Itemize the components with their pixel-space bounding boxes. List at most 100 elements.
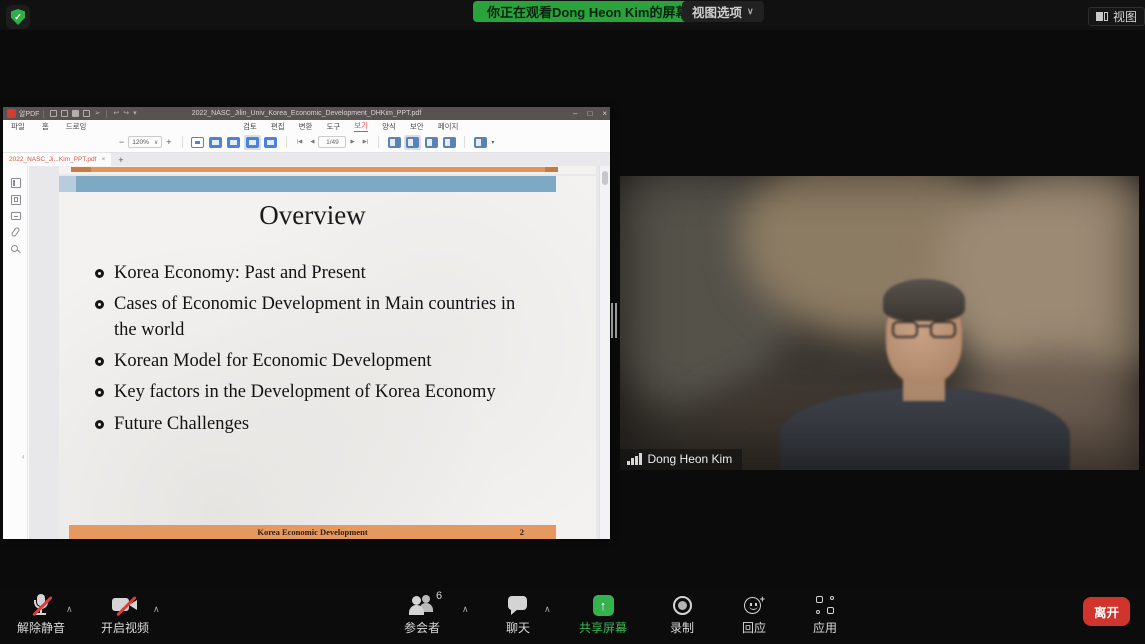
split-view-icon[interactable] (474, 137, 487, 148)
attachments-panel-icon[interactable] (11, 226, 21, 237)
zoom-level-select[interactable]: 120% ∨ (128, 136, 162, 148)
reactions-button[interactable]: + 回应 (730, 588, 778, 644)
maximize-icon[interactable]: □ (587, 109, 592, 118)
bullet-icon (95, 300, 104, 309)
fit-height-view-icon[interactable] (227, 137, 240, 148)
document-tab-active[interactable]: 2022_NASC_Ji...Kim_PPT.pdf × (3, 153, 111, 166)
scroll-layout-selected[interactable] (404, 135, 421, 150)
participant-name-label: Dong Heon Kim (620, 449, 742, 470)
start-video-label: 开启视频 (101, 622, 149, 634)
save-as-icon[interactable] (72, 110, 79, 117)
list-item: Cases of Economic Development in Main co… (95, 292, 535, 343)
bookmarks-panel-icon[interactable] (11, 195, 21, 205)
menu-convert[interactable]: 변환 (299, 121, 313, 132)
undo-icon[interactable]: ↩ (113, 110, 119, 117)
watching-banner-text: 你正在观看Dong Heon Kim的屏幕 (487, 2, 689, 21)
new-tab-button[interactable]: + (111, 153, 130, 166)
participants-options-chevron[interactable]: ∧ (462, 604, 469, 615)
unmute-button[interactable]: 解除静音 (14, 588, 68, 644)
slide-footer-text: Korea Economic Development (69, 525, 556, 539)
start-video-button[interactable]: 开启视频 (98, 588, 152, 644)
close-icon[interactable]: × (602, 109, 607, 118)
menu-edit[interactable]: 편집 (271, 121, 285, 132)
single-page-view-icon[interactable] (191, 137, 204, 148)
share-icon[interactable]: ➢ (94, 110, 100, 117)
menu-view-active[interactable]: 보기 (354, 120, 368, 133)
page-indicator-input[interactable]: 1/49 (318, 136, 346, 148)
participants-button[interactable]: 6 参会者 (396, 588, 448, 644)
menu-home[interactable]: 홈 (42, 121, 49, 132)
participant-video[interactable]: Dong Heon Kim (620, 176, 1139, 470)
reactions-label: 回应 (742, 622, 766, 634)
comments-panel-icon[interactable] (11, 212, 21, 220)
apps-button[interactable]: 应用 (801, 588, 849, 644)
menu-security[interactable]: 보안 (410, 121, 424, 132)
minimize-icon[interactable]: – (573, 109, 577, 118)
chat-options-chevron[interactable]: ∧ (544, 604, 551, 615)
customize-toolbar-icon[interactable]: ▾ (133, 110, 137, 117)
meeting-top-bar: ✓ 你正在观看Dong Heon Kim的屏幕 视图选项 ∨ 视图 (0, 0, 1145, 30)
print-icon[interactable] (83, 110, 90, 117)
view-options-label: 视图选项 (692, 2, 742, 21)
continuous-view-selected[interactable] (244, 135, 261, 150)
list-item: Korea Economy: Past and Present (95, 261, 535, 286)
pdf-tab-bar: 2022_NASC_Ji...Kim_PPT.pdf × + (3, 153, 610, 166)
previous-slide-footer-bar (71, 167, 558, 172)
menu-review[interactable]: 검토 (243, 121, 257, 132)
one-page-layout-icon[interactable] (388, 137, 401, 148)
apps-label: 应用 (813, 622, 837, 634)
pdf-left-sidebar: ‹ (3, 166, 28, 539)
chat-button[interactable]: 聊天 (494, 588, 542, 644)
shield-check-icon: ✓ (11, 9, 25, 25)
divider (378, 136, 379, 148)
save-icon[interactable] (61, 110, 68, 117)
zoom-out-button[interactable]: − (115, 137, 128, 147)
menu-page[interactable]: 페이지 (438, 121, 459, 132)
leave-meeting-button[interactable]: 离开 (1083, 597, 1130, 626)
fit-width-view-icon[interactable] (209, 137, 222, 148)
share-screen-button[interactable]: ↑ 共享屏幕 (572, 588, 634, 644)
pdf-title-bar[interactable]: 알PDF ➢ ↩ ↪ ▾ 2022_NASC_Jilin_Univ_Korea_… (3, 107, 610, 120)
reactions-smiley-icon: + (743, 594, 765, 616)
menu-drawing[interactable]: 드로잉 (66, 121, 87, 132)
menu-file[interactable]: 파일 (11, 121, 25, 132)
bullet-icon (95, 357, 104, 366)
audio-options-chevron[interactable]: ∧ (66, 604, 73, 615)
menu-tools[interactable]: 도구 (326, 121, 340, 132)
bullet-text: Korea Economy: Past and Present (114, 261, 366, 286)
search-panel-icon[interactable] (11, 245, 18, 252)
share-screen-icon: ↑ (593, 595, 614, 616)
previous-page-button[interactable]: ◀ (306, 139, 318, 145)
last-page-button[interactable]: ▶| (359, 139, 373, 145)
view-options-dropdown[interactable]: 视图选项 ∨ (682, 1, 764, 22)
document-view[interactable]: Overview Korea Economy: Past and Present… (29, 166, 599, 539)
redo-icon[interactable]: ↪ (123, 110, 129, 117)
previous-slide-bottom (59, 166, 596, 174)
tab-close-icon[interactable]: × (101, 156, 105, 163)
meeting-control-bar: 解除静音 ∧ 开启视频 ∧ 6 参会者 ∧ (0, 588, 1145, 644)
bullet-text: Future Challenges (114, 412, 249, 437)
camera-off-icon (110, 591, 140, 619)
fit-page-view-icon[interactable] (264, 137, 277, 148)
view-button[interactable]: 视图 (1088, 7, 1145, 26)
panel-resize-handle[interactable] (611, 303, 617, 338)
open-file-icon[interactable] (50, 110, 57, 117)
video-options-chevron[interactable]: ∧ (153, 604, 160, 615)
share-screen-label: 共享屏幕 (579, 622, 627, 634)
scrollbar-thumb[interactable] (602, 171, 608, 185)
chevron-down-icon[interactable]: ▾ (491, 139, 494, 146)
thumbnails-panel-icon[interactable] (11, 178, 21, 188)
security-shield-button[interactable]: ✓ (6, 5, 30, 29)
zoom-in-button[interactable]: + (162, 137, 175, 147)
record-icon (673, 596, 692, 615)
menu-form[interactable]: 양식 (382, 121, 396, 132)
record-button[interactable]: 录制 (658, 588, 706, 644)
next-page-button[interactable]: ▶ (346, 139, 358, 145)
slide-header-band (76, 176, 556, 192)
first-page-button[interactable]: |◀ (293, 139, 307, 145)
four-page-layout-icon[interactable] (443, 137, 456, 148)
two-page-layout-icon[interactable] (425, 137, 438, 148)
sidebar-collapse-arrow[interactable]: ‹ (22, 452, 25, 461)
document-scrollbar[interactable] (599, 166, 610, 539)
unmute-label: 解除静音 (17, 622, 65, 634)
